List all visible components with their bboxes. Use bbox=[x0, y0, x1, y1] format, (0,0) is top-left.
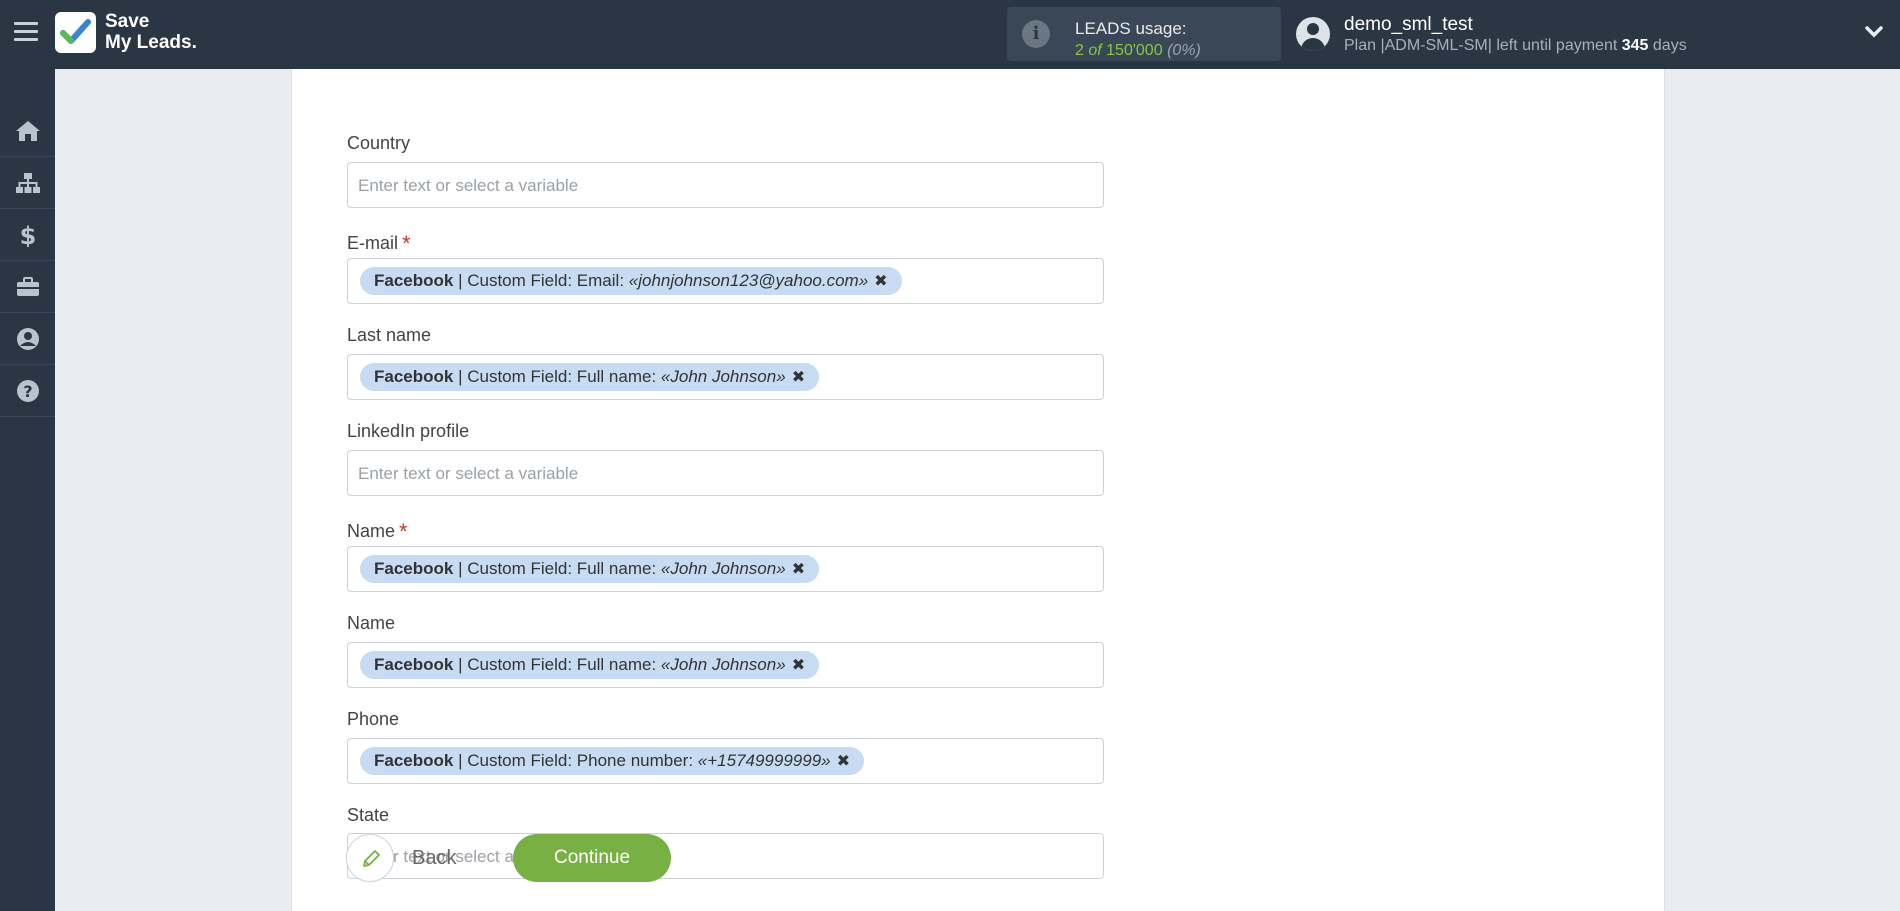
usage-total: 150'000 bbox=[1106, 42, 1163, 59]
pencil-icon bbox=[363, 850, 380, 867]
sidebar: $ ? bbox=[0, 69, 55, 911]
sidebar-item-home[interactable] bbox=[0, 105, 55, 157]
field-label-phone: Phone bbox=[347, 709, 400, 729]
remove-tag-icon[interactable]: ✖ bbox=[792, 369, 805, 386]
user-name: demo_sml_test bbox=[1344, 14, 1473, 35]
field-label-name: Name bbox=[347, 613, 396, 633]
remove-tag-icon[interactable]: ✖ bbox=[792, 657, 805, 674]
variable-tag-last-name: Facebook | Custom Field: Full name: «Joh… bbox=[360, 363, 820, 391]
usage-values: 2 of 150'000 (0%) bbox=[1075, 42, 1201, 60]
back-circle bbox=[346, 834, 394, 882]
sitemap-icon bbox=[16, 173, 40, 193]
phone-input[interactable]: Facebook | Custom Field: Phone number: «… bbox=[347, 738, 1104, 784]
linkedin-input[interactable]: Enter text or select a variable bbox=[347, 450, 1104, 496]
country-placeholder: Enter text or select a variable bbox=[358, 176, 579, 195]
user-plan: Plan |ADM-SML-SM| left until payment 345… bbox=[1344, 37, 1687, 55]
back-button[interactable]: Back bbox=[346, 834, 466, 882]
avatar-icon[interactable] bbox=[1296, 17, 1330, 51]
field-label-linkedin: LinkedIn profile bbox=[347, 421, 470, 441]
required-mark: * bbox=[399, 519, 408, 544]
field-label-country: Country bbox=[347, 133, 411, 153]
required-mark: * bbox=[402, 231, 411, 256]
variable-tag-name-required: Facebook | Custom Field: Full name: «Joh… bbox=[360, 555, 820, 583]
back-label: Back bbox=[412, 847, 457, 869]
sidebar-item-billing[interactable]: $ bbox=[0, 209, 55, 261]
question-circle-icon: ? bbox=[17, 380, 39, 402]
variable-tag-phone: Facebook | Custom Field: Phone number: «… bbox=[360, 747, 865, 775]
logo-line-2: My Leads. bbox=[105, 32, 197, 53]
name-required-input[interactable]: Facebook | Custom Field: Full name: «Joh… bbox=[347, 546, 1104, 592]
field-label-state: State bbox=[347, 805, 390, 825]
briefcase-icon bbox=[17, 277, 39, 296]
name-input[interactable]: Facebook | Custom Field: Full name: «Joh… bbox=[347, 642, 1104, 688]
svg-text:$: $ bbox=[20, 223, 37, 247]
remove-tag-icon[interactable]: ✖ bbox=[874, 273, 887, 290]
logo-icon[interactable] bbox=[55, 12, 96, 53]
field-label-last-name: Last name bbox=[347, 325, 432, 345]
logo-line-1: Save bbox=[105, 11, 150, 32]
usage-percent: (0%) bbox=[1167, 42, 1201, 59]
svg-text:?: ? bbox=[23, 382, 32, 401]
sidebar-item-account[interactable] bbox=[0, 313, 55, 365]
home-icon bbox=[16, 121, 40, 141]
field-mapping-form: Country Enter text or select a variable … bbox=[291, 69, 1665, 911]
email-input[interactable]: Facebook | Custom Field: Email: «johnjoh… bbox=[347, 258, 1104, 304]
last-name-input[interactable]: Facebook | Custom Field: Full name: «Joh… bbox=[347, 354, 1104, 400]
field-label-name-required: Name * bbox=[347, 519, 408, 544]
plan-suffix: days bbox=[1652, 37, 1687, 54]
usage-title: LEADS usage: bbox=[1075, 19, 1187, 38]
usage-of: of bbox=[1088, 42, 1102, 59]
field-label-email: E-mail * bbox=[347, 231, 411, 256]
country-input[interactable]: Enter text or select a variable bbox=[347, 162, 1104, 208]
plan-prefix: Plan |ADM-SML-SM| left until payment bbox=[1344, 37, 1618, 54]
chevron-down-icon[interactable] bbox=[1864, 25, 1884, 39]
sidebar-item-tools[interactable] bbox=[0, 261, 55, 313]
remove-tag-icon[interactable]: ✖ bbox=[792, 561, 805, 578]
info-icon: i bbox=[1022, 20, 1050, 48]
menu-icon[interactable] bbox=[14, 22, 38, 44]
plan-days: 345 bbox=[1621, 37, 1649, 54]
variable-tag-email: Facebook | Custom Field: Email: «johnjoh… bbox=[360, 267, 902, 295]
remove-tag-icon[interactable]: ✖ bbox=[837, 753, 850, 770]
user-circle-icon bbox=[17, 328, 39, 350]
continue-button[interactable]: Continue bbox=[513, 834, 671, 882]
usage-used: 2 bbox=[1075, 42, 1084, 59]
linkedin-placeholder: Enter text or select a variable bbox=[358, 464, 579, 483]
variable-tag-name: Facebook | Custom Field: Full name: «Joh… bbox=[360, 651, 820, 679]
top-bar: Save My Leads. i LEADS usage: 2 of 150'0… bbox=[0, 0, 1900, 69]
sidebar-item-connections[interactable] bbox=[0, 157, 55, 209]
sidebar-item-help[interactable]: ? bbox=[0, 365, 55, 417]
logo-text: Save My Leads. bbox=[105, 11, 197, 53]
leads-usage-panel: i LEADS usage: 2 of 150'000 (0%) bbox=[1007, 7, 1281, 61]
dollar-icon: $ bbox=[20, 223, 37, 247]
